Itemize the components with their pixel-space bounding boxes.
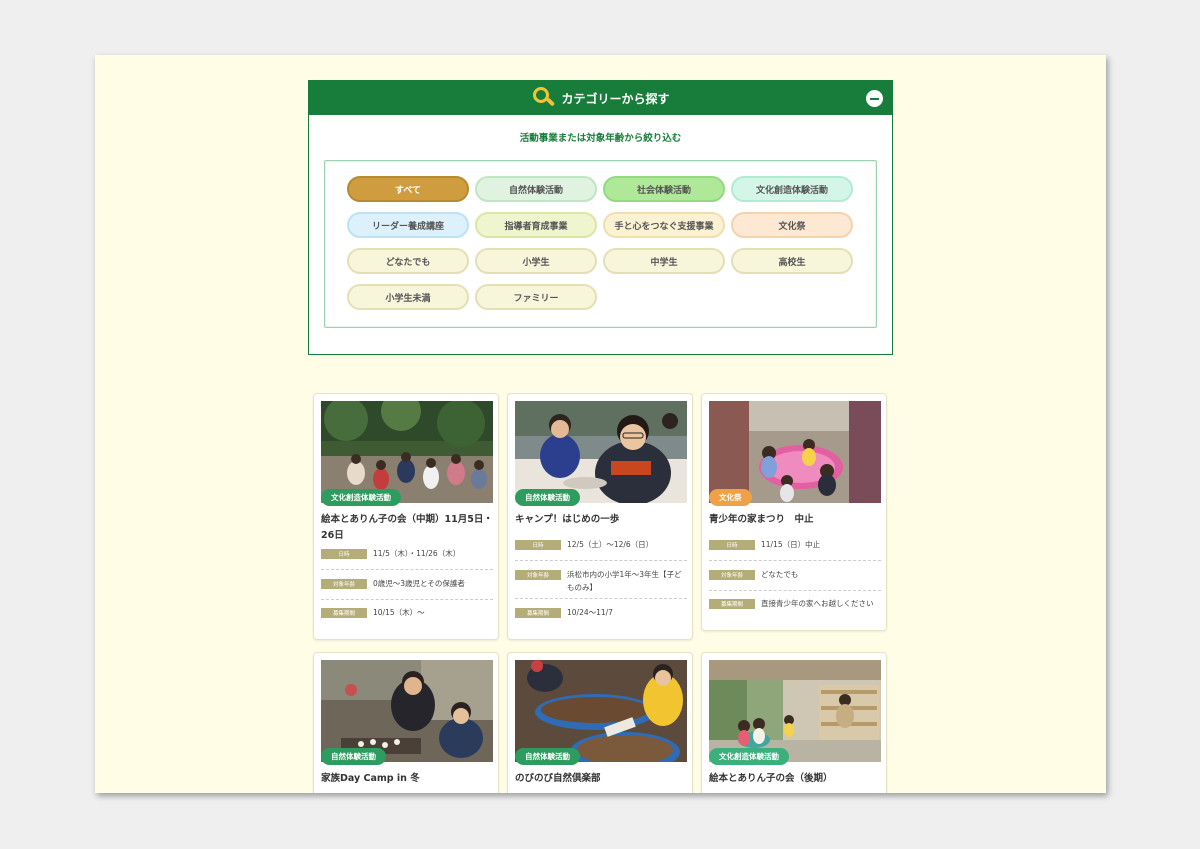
divider [709,590,881,591]
event-photo [515,660,687,762]
tag-culture-festival[interactable]: 文化祭 [731,212,853,238]
category-subtitle: 活動事業または対象年齢から絞り込む [519,133,682,144]
date-row: 日時 12/5（土）〜12/6（日） [515,538,687,551]
period-value: 10/15（木）〜 [373,608,425,617]
date-value: 11/15（日）中止 [761,540,821,549]
divider [321,599,493,600]
age-value: 0歳児〜3歳児とその保護者 [373,579,465,588]
event-card[interactable]: 文化祭 青少年の家まつり 中止 日時 11/15（日）中止 対象年齢 どなたでも… [701,393,887,631]
period-row: 募集期間 10/15（木）〜 [321,606,493,619]
period-row: 募集期間 直接青少年の家へお越しください [709,597,881,610]
tag-all[interactable]: すべて [347,176,469,202]
event-title: 家族Day Camp in 冬 [321,773,420,784]
period-row: 募集期間 10/24〜11/7 [515,606,687,619]
age-row: 対象年齢 0歳児〜3歳児とその保護者 [321,577,493,590]
category-badge: 文化祭 [709,489,752,506]
event-card[interactable]: 自然体験活動 キャンプ！はじめの一歩 日時 12/5（土）〜12/6（日） 対象… [507,393,693,640]
event-card[interactable]: 文化創造体験活動 絵本とありん子の会（中期）11月5日・26日 日時 11/5（… [313,393,499,640]
category-header[interactable]: カテゴリーから探す [309,81,892,115]
date-row: 日時 11/5（木）・11/26（木） [321,547,493,560]
category-badge: 自然体験活動 [515,489,580,506]
period-value: 10/24〜11/7 [567,608,613,617]
tag-grid: すべて 自然体験活動 社会体験活動 文化創造体験活動リーダー養成講座 指導者育成事業 手と… [347,176,853,310]
date-row: 日時 11/15（日）中止 [709,538,881,551]
tag-nature-experience[interactable]: 自然体験活動 [475,176,597,202]
event-title: 青少年の家まつり 中止 [709,514,814,525]
event-title: 絵本とありん子の会（後期） [709,773,833,784]
age-label: 対象年齢 [515,570,561,580]
tag-junior-high[interactable]: 中学生 [603,248,725,274]
tag-elementary[interactable]: 小学生 [475,248,597,274]
event-photo [515,401,687,503]
age-label: 対象年齢 [321,579,367,589]
age-label: 対象年齢 [709,570,755,580]
category-badge: 文化創造体験活動 [321,489,401,506]
tag-preschool[interactable]: 小学生未満 [347,284,469,310]
age-row: 対象年齢 どなたでも [709,568,881,581]
age-row: 対象年齢 浜松市内の小学1年〜3年生【子どものみ】 [515,568,687,594]
event-card[interactable]: 文化創造体験活動 絵本とありん子の会（後期） [701,652,887,793]
event-title: 絵本とありん子の会（中期）11月5日・26日 [321,514,493,541]
date-label: 日時 [709,540,755,550]
period-label: 募集期間 [515,608,561,618]
period-label: 募集期間 [321,608,367,618]
date-value: 12/5（土）〜12/6（日） [567,540,654,549]
date-label: 日時 [321,549,367,559]
age-value: 浜松市内の小学1年〜3年生【子どものみ】 [567,570,682,592]
category-badge: 自然体験活動 [321,748,386,765]
tag-family[interactable]: ファミリー [475,284,597,310]
minus-icon [870,97,879,100]
event-title: キャンプ！はじめの一歩 [515,514,620,525]
tag-box: すべて 自然体験活動 社会体験活動 文化創造体験活動リーダー養成講座 指導者育成事業 手と… [324,160,877,328]
divider [321,569,493,570]
category-title: カテゴリーから探す [561,91,670,106]
event-photo [321,401,493,503]
category-badge: 文化創造体験活動 [709,748,789,765]
event-title: のびのび自然倶楽部 [515,773,601,784]
date-value: 11/5（木）・11/26（木） [373,549,461,558]
event-card[interactable]: 自然体験活動 家族Day Camp in 冬 [313,652,499,793]
tag-culture-creation[interactable]: 文化創造体験活動 [731,176,853,202]
period-label: 募集期間 [709,599,755,609]
collapse-button[interactable] [866,90,883,107]
date-label: 日時 [515,540,561,550]
divider [709,560,881,561]
divider [515,598,687,599]
tag-high-school[interactable]: 高校生 [731,248,853,274]
event-card[interactable]: 自然体験活動 のびのび自然倶楽部 [507,652,693,793]
age-value: どなたでも [761,570,799,579]
event-photo [709,660,881,762]
category-badge: 自然体験活動 [515,748,580,765]
category-panel: カテゴリーから探す 活動事業または対象年齢から絞り込む すべて 自然体験活動 社会体… [308,80,893,355]
event-photo [709,401,881,503]
period-value: 直接青少年の家へお越しください [761,599,874,608]
search-icon [531,86,556,110]
tag-support-project[interactable]: 手と心をつなぐ支援事業 [603,212,725,238]
page-frame: カテゴリーから探す 活動事業または対象年齢から絞り込む すべて 自然体験活動 社会体… [95,55,1106,793]
tag-instructor-training[interactable]: 指導者育成事業 [475,212,597,238]
tag-leader-training[interactable]: リーダー養成講座 [347,212,469,238]
divider [515,560,687,561]
tag-social-experience[interactable]: 社会体験活動 [603,176,725,202]
tag-anyone[interactable]: どなたでも [347,248,469,274]
event-photo [321,660,493,762]
